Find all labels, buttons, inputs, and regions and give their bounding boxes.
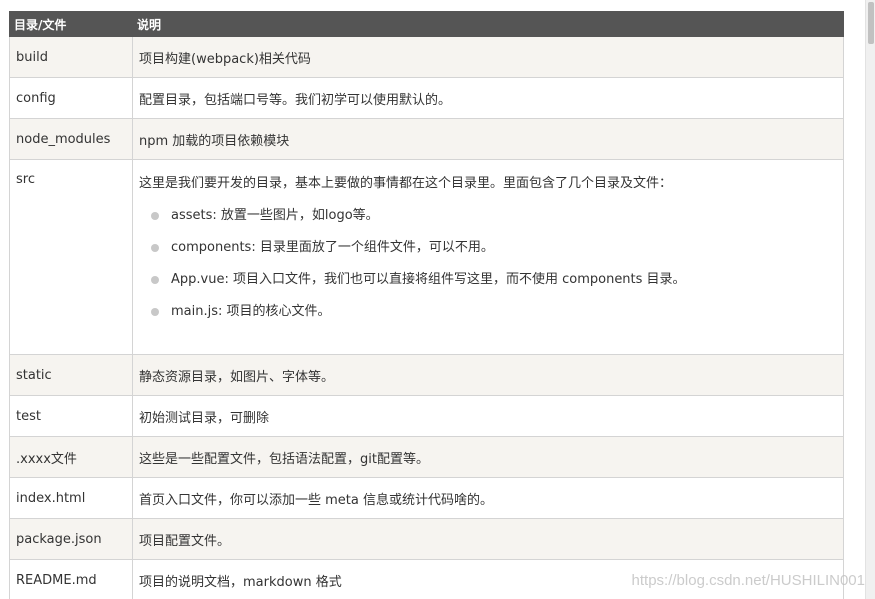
row-name: package.json	[9, 518, 133, 560]
row-desc: npm 加载的项目依赖模块	[132, 118, 844, 160]
list-item: main.js: 项目的核心文件。	[151, 301, 837, 333]
row-desc: 项目配置文件。	[132, 518, 844, 560]
row-name: config	[9, 77, 133, 119]
vertical-scrollbar[interactable]	[865, 0, 875, 599]
table-row: index.html 首页入口文件，你可以添加一些 meta 信息或统计代码啥的…	[9, 477, 844, 519]
table-row: static 静态资源目录，如图片、字体等。	[9, 354, 844, 396]
row-desc-cell: 这里是我们要开发的目录，基本上要做的事情都在这个目录里。里面包含了几个目录及文件…	[132, 159, 844, 355]
directory-table: 目录/文件 说明 build 项目构建(webpack)相关代码 config …	[9, 11, 844, 599]
row-desc: 初始测试目录，可删除	[132, 395, 844, 437]
row-name: src	[9, 159, 133, 355]
table-header-row: 目录/文件 说明	[9, 11, 844, 37]
table-row: .xxxx文件 这些是一些配置文件，包括语法配置，git配置等。	[9, 436, 844, 478]
list-item: components: 目录里面放了一个组件文件，可以不用。	[151, 237, 837, 269]
row-desc: 项目构建(webpack)相关代码	[132, 36, 844, 78]
list-item-text: main.js: 项目的核心文件。	[171, 304, 331, 319]
list-item: assets: 放置一些图片，如logo等。	[151, 205, 837, 237]
header-description: 说明	[132, 11, 844, 37]
table-row: config 配置目录，包括端口号等。我们初学可以使用默认的。	[9, 77, 844, 119]
row-name: .xxxx文件	[9, 436, 133, 478]
row-name: static	[9, 354, 133, 396]
bullet-icon	[151, 212, 159, 220]
scrollbar-thumb[interactable]	[868, 2, 874, 44]
table-row: src 这里是我们要开发的目录，基本上要做的事情都在这个目录里。里面包含了几个目…	[9, 159, 844, 355]
row-desc: 静态资源目录，如图片、字体等。	[132, 354, 844, 396]
table-row: node_modules npm 加载的项目依赖模块	[9, 118, 844, 160]
page: 目录/文件 说明 build 项目构建(webpack)相关代码 config …	[0, 0, 875, 599]
table-row: package.json 项目配置文件。	[9, 518, 844, 560]
bullet-icon	[151, 308, 159, 316]
bullet-icon	[151, 244, 159, 252]
row-desc: 这里是我们要开发的目录，基本上要做的事情都在这个目录里。里面包含了几个目录及文件…	[139, 176, 673, 191]
src-item-list: assets: 放置一些图片，如logo等。 components: 目录里面放…	[139, 205, 837, 333]
row-name: build	[9, 36, 133, 78]
row-desc: 配置目录，包括端口号等。我们初学可以使用默认的。	[132, 77, 844, 119]
row-desc: 首页入口文件，你可以添加一些 meta 信息或统计代码啥的。	[132, 477, 844, 519]
list-item-text: assets: 放置一些图片，如logo等。	[171, 208, 379, 223]
watermark: https://blog.csdn.net/HUSHILIN001	[631, 572, 865, 589]
table-row: test 初始测试目录，可删除	[9, 395, 844, 437]
row-name: test	[9, 395, 133, 437]
row-name: README.md	[9, 559, 133, 599]
row-name: index.html	[9, 477, 133, 519]
bullet-icon	[151, 276, 159, 284]
list-item-text: App.vue: 项目入口文件，我们也可以直接将组件写这里，而不使用 compo…	[171, 272, 686, 287]
list-item: App.vue: 项目入口文件，我们也可以直接将组件写这里，而不使用 compo…	[151, 269, 837, 301]
row-name: node_modules	[9, 118, 133, 160]
table-row: build 项目构建(webpack)相关代码	[9, 36, 844, 78]
list-item-text: components: 目录里面放了一个组件文件，可以不用。	[171, 240, 494, 255]
header-directory: 目录/文件	[9, 11, 133, 37]
row-desc: 这些是一些配置文件，包括语法配置，git配置等。	[132, 436, 844, 478]
